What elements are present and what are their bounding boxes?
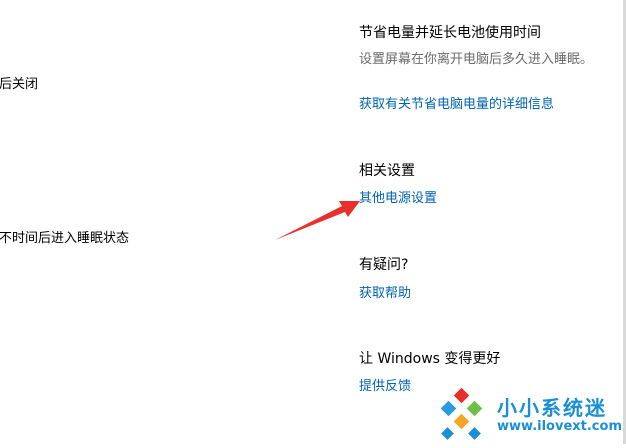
additional-power-settings-link[interactable]: 其他电源设置 xyxy=(359,187,437,206)
watermark: 小小系统迷 www.ilovext.com xyxy=(432,387,626,444)
feedback-heading: 让 Windows 变得更好 xyxy=(359,351,501,367)
related-settings-heading: 相关设置 xyxy=(359,163,415,179)
power-saving-info-link[interactable]: 获取有关节省电脑电量的详细信息 xyxy=(359,93,554,112)
questions-heading: 有疑问? xyxy=(359,257,409,273)
screen-off-label: 后关闭 xyxy=(0,77,39,92)
get-help-link[interactable]: 获取帮助 xyxy=(359,282,411,301)
watermark-url: www.ilovext.com xyxy=(497,419,622,434)
red-arrow-annotation xyxy=(275,201,360,240)
give-feedback-link[interactable]: 提供反馈 xyxy=(359,375,411,394)
sleep-label: 不时间后进入睡眠状态 xyxy=(0,231,130,246)
power-saving-heading: 节省电量并延长电池使用时间 xyxy=(359,25,541,41)
power-saving-description: 设置屏幕在你离开电脑后多久进入睡眠。 xyxy=(359,52,594,67)
watermark-title: 小小系统迷 xyxy=(497,396,607,420)
watermark-logo-icon xyxy=(440,387,483,440)
